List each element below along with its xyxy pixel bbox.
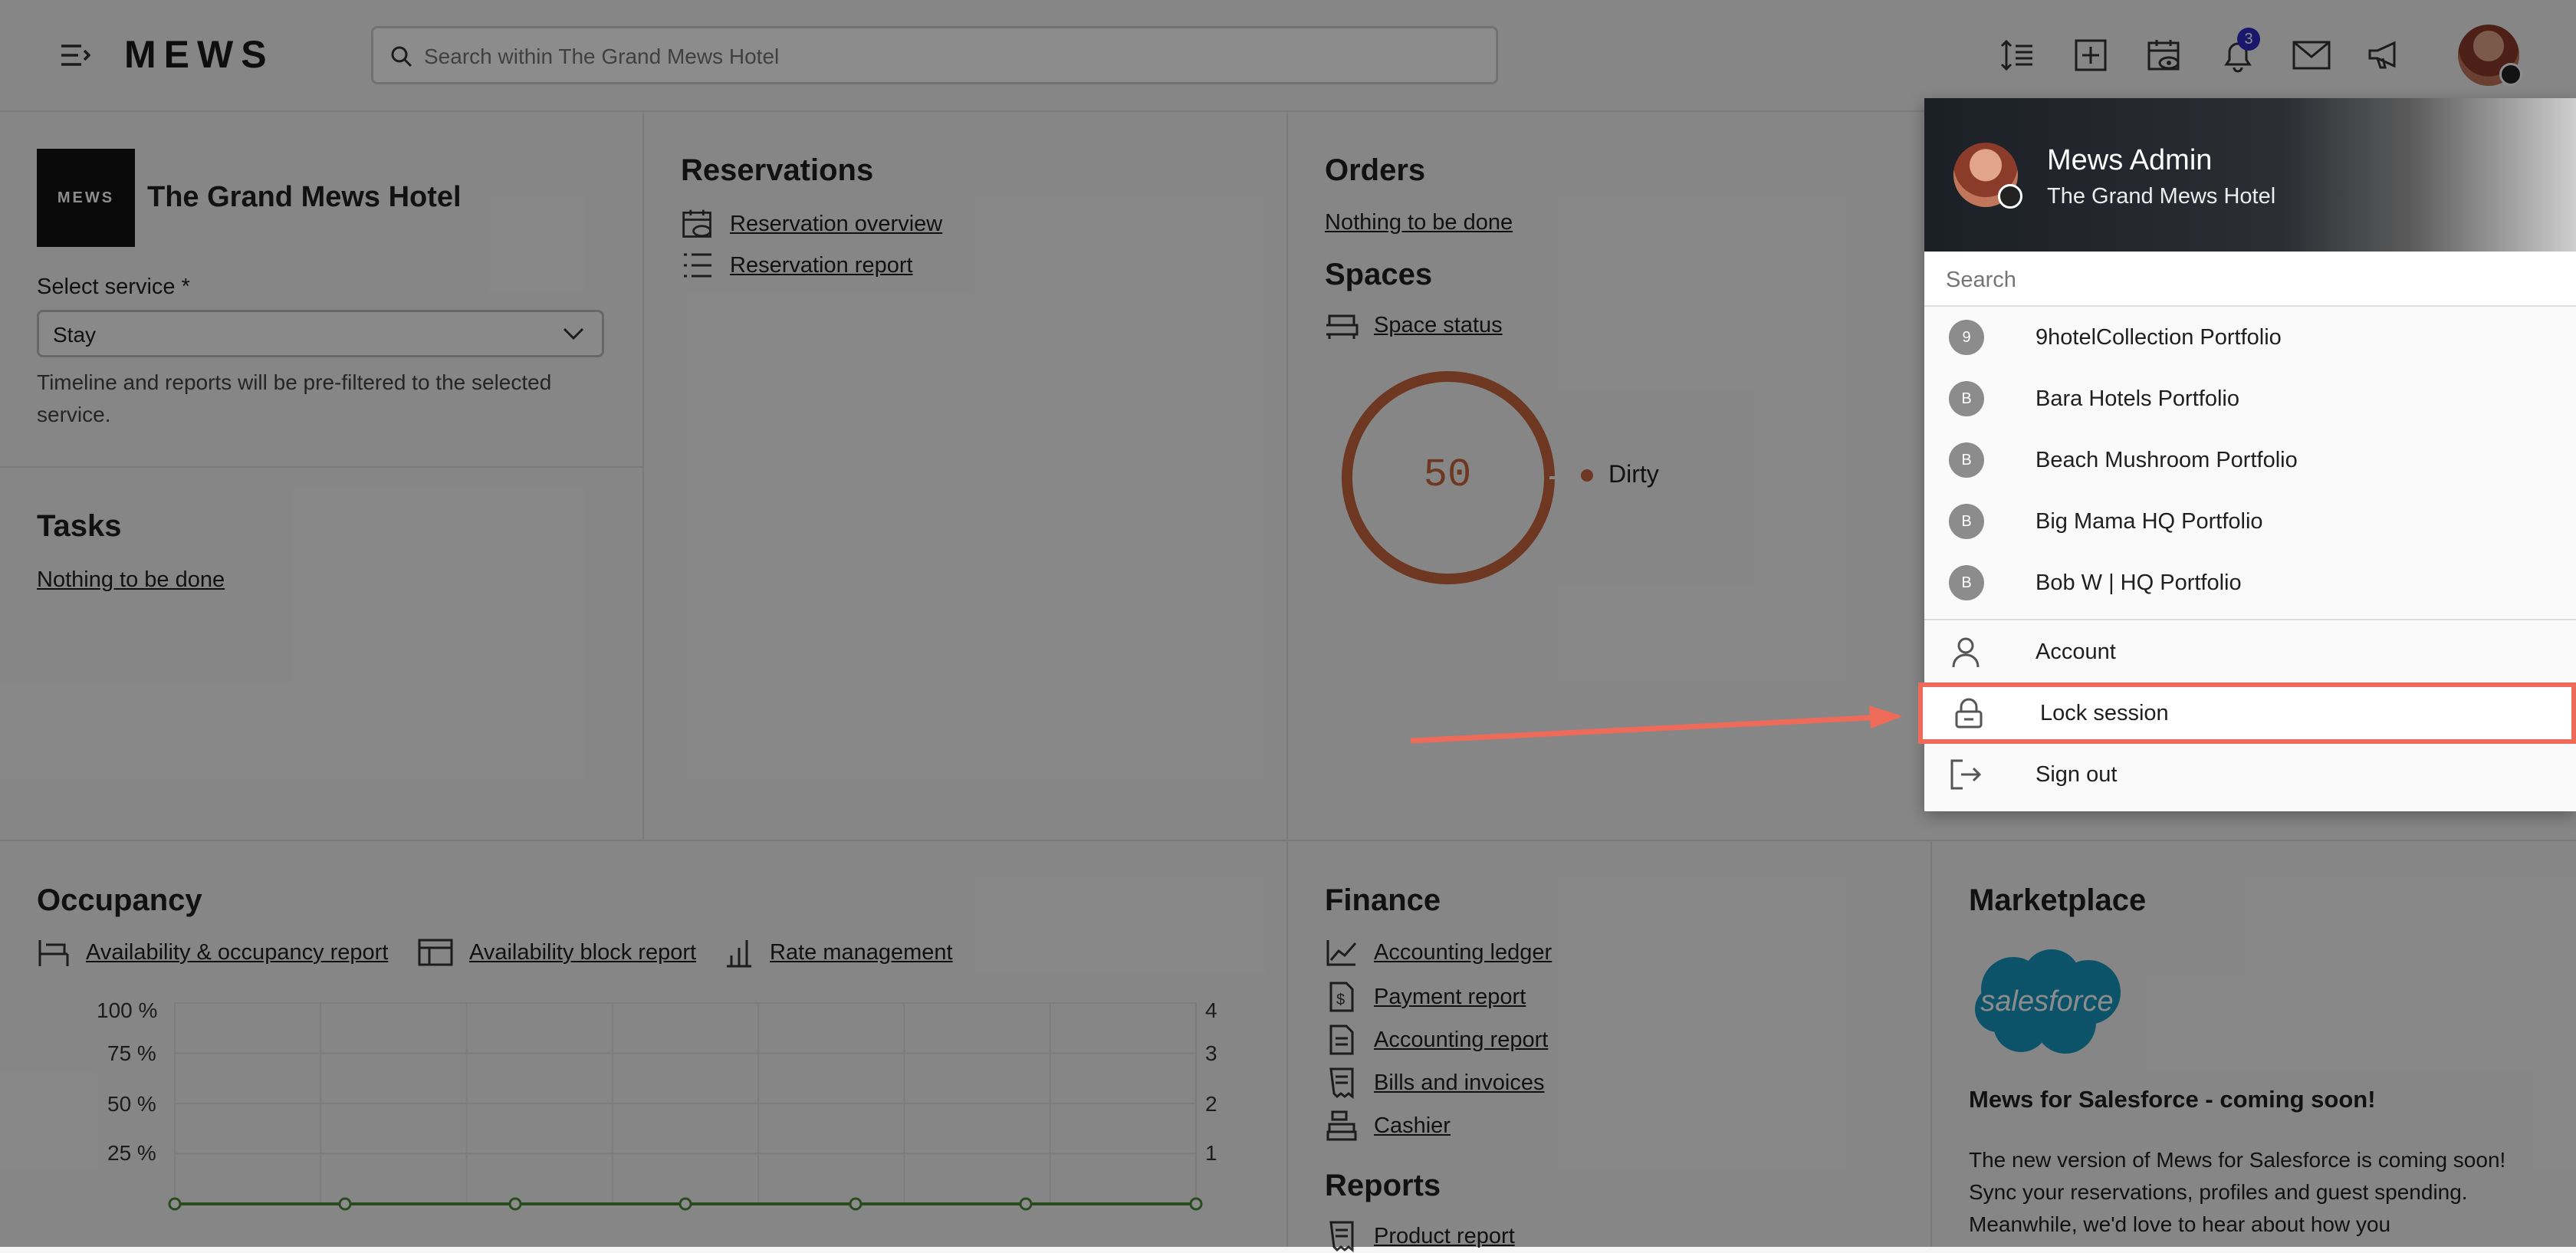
portfolio-item[interactable]: B Bob W | HQ Portfolio xyxy=(1924,552,2576,613)
portfolio-initial: B xyxy=(1949,565,1984,600)
user-menu-header: Mews Admin The Grand Mews Hotel xyxy=(1924,98,2576,252)
user-name: Mews Admin xyxy=(2047,144,2213,176)
user-menu-avatar xyxy=(1953,143,2022,209)
portfolio-item[interactable]: B Bara Hotels Portfolio xyxy=(1924,368,2576,429)
lock-icon xyxy=(1955,698,1983,728)
portfolio-item[interactable]: B Beach Mushroom Portfolio xyxy=(1924,429,2576,491)
lock-session-menu-item[interactable]: Lock session xyxy=(1918,682,2576,744)
user-menu-search[interactable] xyxy=(1924,252,2576,307)
user-property: The Grand Mews Hotel xyxy=(2047,184,2276,209)
menu-divider xyxy=(1924,619,2576,620)
portfolio-item[interactable]: 9 9hotelCollection Portfolio xyxy=(1924,307,2576,368)
portfolio-initial: 9 xyxy=(1949,320,1984,355)
portfolio-label: Bob W | HQ Portfolio xyxy=(2036,570,2242,595)
status-dot xyxy=(1998,184,2022,209)
portfolio-initial: B xyxy=(1949,504,1984,539)
portfolio-initial: B xyxy=(1949,381,1984,416)
user-menu: Mews Admin The Grand Mews Hotel 9 9hotelC… xyxy=(1918,98,2576,811)
account-label: Account xyxy=(2036,639,2116,664)
portfolio-item[interactable]: B Big Mama HQ Portfolio xyxy=(1924,491,2576,552)
portfolio-label: Big Mama HQ Portfolio xyxy=(2036,508,2263,534)
portfolio-label: 9hotelCollection Portfolio xyxy=(2036,324,2282,350)
portfolio-label: Beach Mushroom Portfolio xyxy=(2036,447,2298,472)
sign-out-icon xyxy=(1950,759,1982,790)
sign-out-label: Sign out xyxy=(2036,761,2118,787)
sign-out-menu-item[interactable]: Sign out xyxy=(1924,744,2576,805)
portfolio-label: Bara Hotels Portfolio xyxy=(2036,386,2239,411)
lock-session-label: Lock session xyxy=(2040,700,2169,725)
user-menu-search-input[interactable] xyxy=(1944,264,2561,296)
user-icon xyxy=(1952,637,1980,668)
portfolio-initial: B xyxy=(1949,442,1984,478)
account-menu-item[interactable]: Account xyxy=(1924,621,2576,682)
